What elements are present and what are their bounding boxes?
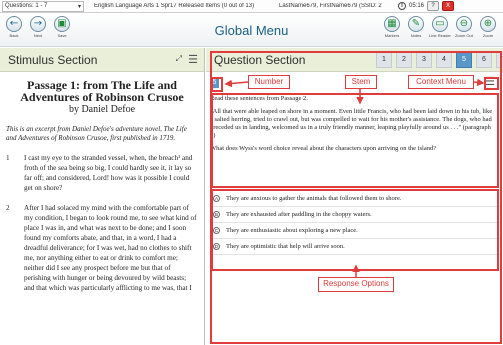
context-menu-callout: Context Menu: [408, 75, 474, 89]
exit-button[interactable]: X: [442, 1, 455, 11]
global-menu-toolbar: ← Back → Next ▣ Save Global Menu ▦ Marke…: [0, 14, 503, 47]
expand-icon[interactable]: ⤢: [176, 54, 182, 64]
response-options-callout: Response Options: [318, 277, 394, 292]
stem-callout: Stem: [345, 75, 377, 89]
number-highlight: [211, 77, 223, 92]
paragraph-number: 1: [6, 154, 10, 162]
zoom-out-icon: ⊖: [456, 16, 472, 32]
student-info: LastName679, FirstName679 (SSID: 2: [279, 3, 382, 9]
notes-button[interactable]: ✎ Notes: [404, 16, 428, 38]
zoom-out-label: Zoom Out: [455, 33, 473, 38]
line-reader-icon: ▭: [432, 16, 448, 32]
markers-button[interactable]: ▦ Markers: [380, 16, 404, 38]
timer: 05:16: [409, 3, 425, 9]
question-select[interactable]: Questions: 1 - 7 ▾: [2, 0, 84, 12]
stimulus-section: Stimulus Section ⤢ ☰ Passage 1: from The…: [0, 48, 205, 345]
zoom-in-label: Zoom: [482, 33, 494, 38]
stimulus-menu-icon[interactable]: ☰: [188, 53, 198, 66]
response-options-highlight: [211, 189, 499, 271]
line-reader-label: Line Reader: [429, 33, 451, 38]
zoom-out-button[interactable]: ⊖ Zoom Out: [452, 16, 476, 38]
context-menu-highlight: [484, 77, 499, 90]
question-select-value: Questions: 1 - 7: [5, 3, 48, 9]
passage-intro: This is an excerpt from Daniel Defoe's a…: [6, 125, 187, 142]
test-name: English Language Arts 1 Spr17 Released I…: [94, 3, 255, 9]
zoom-in-icon: ⊕: [480, 16, 496, 32]
help-button[interactable]: ?: [427, 1, 440, 11]
passage-paragraph: 1 I cast my eye to the stranded vessel, …: [6, 153, 198, 193]
paragraph-text: After I had solaced my mind with the com…: [24, 204, 197, 292]
number-callout: Number: [248, 75, 290, 89]
passage-author: by Daniel Defoe: [68, 104, 136, 115]
markers-icon: ▦: [384, 16, 400, 32]
paragraph-number: 2: [6, 204, 10, 212]
notes-label: Notes: [410, 33, 422, 38]
test-info-bar: Questions: 1 - 7 ▾ English Language Arts…: [0, 0, 503, 13]
chevron-down-icon: ▾: [77, 3, 81, 10]
paragraph-text: I cast my eye to the stranded vessel, wh…: [24, 154, 193, 192]
stimulus-section-title: Stimulus Section: [8, 52, 98, 67]
stimulus-header: Stimulus Section ⤢ ☰: [0, 48, 204, 72]
passage-title: Passage 1: from The Life and Adventures …: [20, 78, 184, 104]
markers-label: Markers: [384, 33, 400, 38]
zoom-in-button[interactable]: ⊕ Zoom: [476, 16, 500, 38]
line-reader-button[interactable]: ▭ Line Reader: [428, 16, 452, 38]
passage-paragraph: 2 After I had solaced my mind with the c…: [6, 203, 198, 293]
stem-highlight: [211, 93, 499, 188]
pause-icon[interactable]: ‖: [398, 2, 406, 10]
notes-icon: ✎: [408, 16, 424, 32]
